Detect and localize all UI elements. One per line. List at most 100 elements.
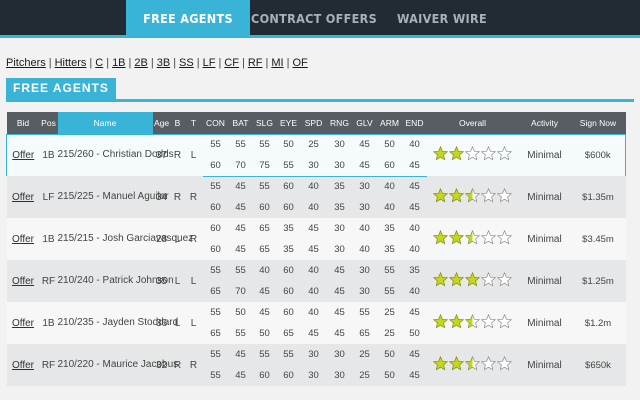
filter-link-1b[interactable]: 1B — [112, 57, 125, 69]
stat-current: 65 — [252, 218, 277, 239]
section-title: Free Agents — [6, 78, 116, 99]
stat-potential: 30 — [352, 197, 377, 218]
col-end[interactable]: END — [402, 112, 427, 134]
stat-current: 35 — [402, 260, 427, 281]
stat-potential: 65 — [202, 323, 229, 344]
player-name[interactable]: 215/215 - Josh Garciavasquez — [57, 218, 193, 260]
tab-contract-offers[interactable]: Contract Offers — [250, 0, 378, 38]
stat-current: 40 — [300, 302, 327, 323]
stat-current: 60 — [276, 176, 301, 197]
star-empty-icon — [497, 230, 512, 245]
table-header-row: Bid Pos Name Age B T CON BAT SLG EYE SPD… — [6, 112, 626, 134]
filter-link-ss[interactable]: SS — [179, 57, 194, 69]
player-name[interactable]: 210/220 - Maurice Jacobus — [57, 344, 178, 386]
col-name[interactable]: Name — [57, 112, 153, 134]
filter-link-pitchers[interactable]: Pitchers — [6, 57, 46, 69]
free-agents-table: Bid Pos Name Age B T CON BAT SLG EYE SPD… — [6, 112, 626, 386]
activity-cell: Minimal — [518, 133, 571, 176]
player-row[interactable]: Offer RF 210/220 - Maurice Jacobus 32 R R 55 45… — [6, 344, 626, 386]
col-overall[interactable]: Overall — [426, 112, 519, 134]
tab-waiver-wire[interactable]: Waiver Wire — [378, 0, 506, 38]
offer-link[interactable]: Offer — [12, 150, 34, 161]
player-name[interactable]: 215/260 - Christian Dodds — [57, 133, 174, 176]
stat-potential: 45 — [228, 197, 253, 218]
filter-link-c[interactable]: C — [95, 57, 103, 69]
stat-potential: 40 — [402, 281, 427, 302]
filter-link-lf[interactable]: LF — [203, 57, 216, 69]
player-row[interactable]: Offer RF 210/240 - Patrick Johnson 35 L L 55 55… — [6, 260, 626, 302]
stat-current: 50 — [376, 133, 403, 155]
col-arm[interactable]: ARM — [376, 112, 403, 134]
col-pos[interactable]: Pos — [39, 112, 58, 134]
col-bid[interactable]: Bid — [6, 112, 40, 134]
stat-current: 55 — [202, 302, 229, 323]
stat-current: 35 — [326, 176, 353, 197]
star-full-icon — [449, 356, 464, 371]
overall-rating — [426, 344, 519, 386]
stat-potential: 40 — [352, 239, 377, 260]
col-con[interactable]: CON — [202, 112, 229, 134]
stat-potential: 70 — [228, 155, 253, 177]
throws-cell: L — [184, 302, 203, 344]
offer-link[interactable]: Offer — [12, 360, 34, 371]
col-eye[interactable]: EYE — [276, 112, 301, 134]
stat-current: 45 — [228, 218, 253, 239]
player-row[interactable]: Offer 1B 215/260 - Christian Dodds 37 R L 55 55… — [6, 133, 626, 176]
col-age[interactable]: Age — [152, 112, 171, 134]
star-full-icon — [433, 356, 448, 371]
col-spd[interactable]: SPD — [300, 112, 327, 134]
star-full-icon — [433, 272, 448, 287]
offer-cell: Offer — [6, 176, 40, 218]
player-name[interactable]: 210/240 - Patrick Johnson — [57, 260, 174, 302]
offer-link[interactable]: Offer — [12, 234, 34, 245]
stat-current: 55 — [352, 302, 377, 323]
col-throws[interactable]: T — [184, 112, 203, 134]
offer-link[interactable]: Offer — [12, 276, 34, 287]
filter-link-2b[interactable]: 2B — [134, 57, 147, 69]
filter-link-mi[interactable]: MI — [271, 57, 283, 69]
offer-link[interactable]: Offer — [12, 192, 34, 203]
stat-current: 55 — [252, 133, 277, 155]
filter-link-cf[interactable]: CF — [224, 57, 239, 69]
filter-separator: | — [265, 57, 269, 69]
filter-link-hitters[interactable]: Hitters — [55, 57, 87, 69]
player-name[interactable]: 215/225 - Manuel Aguilar — [57, 176, 169, 218]
sign-now-cost[interactable]: $1.2m — [570, 302, 626, 344]
stat-current: 55 — [252, 344, 277, 365]
stat-current: 40 — [402, 218, 427, 239]
main-content: Pitchers | Hitters | C | 1B | 2B | 3B | SS | LF | CF | RF |… — [0, 57, 640, 386]
stat-potential: 45 — [300, 239, 327, 260]
sign-now-cost[interactable]: $1.25m — [570, 260, 626, 302]
sign-now-cost[interactable]: $1.35m — [570, 176, 626, 218]
stat-current: 25 — [300, 133, 327, 155]
player-row[interactable]: Offer 1B 215/215 - Josh Garciavasquez 28 L R 6… — [6, 218, 626, 260]
stat-potential: 45 — [326, 281, 353, 302]
stat-potential: 40 — [376, 197, 403, 218]
star-empty-icon — [481, 188, 496, 203]
player-row[interactable]: Offer 1B 210/235 - Jayden Stoddard 36 L L 55 50… — [6, 302, 626, 344]
sign-now-cost[interactable]: $3.45m — [570, 218, 626, 260]
col-bat[interactable]: BAT — [228, 112, 253, 134]
sign-now-cost[interactable]: $600k — [570, 133, 626, 176]
stat-current: 30 — [300, 344, 327, 365]
stat-current: 40 — [252, 260, 277, 281]
sign-now-cost[interactable]: $650k — [570, 344, 626, 386]
col-glv[interactable]: GLV — [352, 112, 377, 134]
stat-current: 45 — [228, 176, 253, 197]
player-row[interactable]: Offer LF 215/225 - Manuel Aguilar 34 R R 55 45 5… — [6, 176, 626, 218]
player-name[interactable]: 210/235 - Jayden Stoddard — [57, 302, 178, 344]
filter-link-rf[interactable]: RF — [248, 57, 263, 69]
offer-cell: Offer — [6, 260, 40, 302]
offer-link[interactable]: Offer — [12, 318, 34, 329]
stat-potential: 75 — [252, 155, 277, 177]
col-sign-now[interactable]: Sign Now — [570, 112, 626, 134]
col-activity[interactable]: Activity — [518, 112, 571, 134]
col-bats[interactable]: B — [170, 112, 185, 134]
col-rng[interactable]: RNG — [326, 112, 353, 134]
filter-link-of[interactable]: OF — [292, 57, 307, 69]
filter-link-3b[interactable]: 3B — [157, 57, 170, 69]
stat-potential: 50 — [402, 323, 427, 344]
tab-free-agents[interactable]: Free Agents — [126, 0, 250, 38]
stat-current: 55 — [276, 344, 301, 365]
col-slg[interactable]: SLG — [252, 112, 277, 134]
